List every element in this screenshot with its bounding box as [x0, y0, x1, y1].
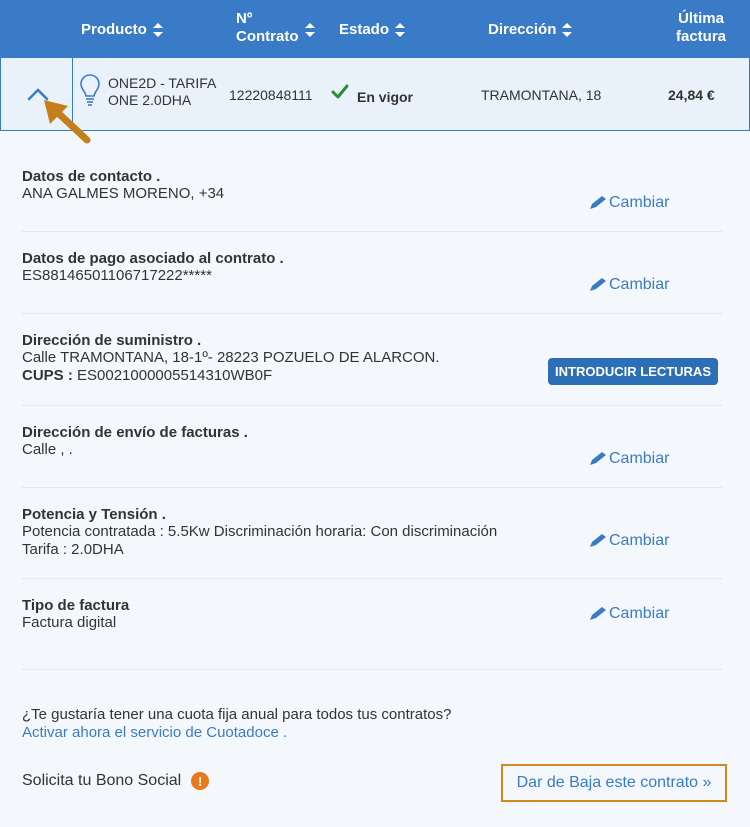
bono-social-label: Solicita tu Bono Social [22, 772, 182, 790]
pencil-icon [590, 196, 606, 209]
pencil-icon [590, 534, 606, 547]
row-address: TRAMONTANA, 18 [481, 87, 602, 103]
change-label: Cambiar [609, 194, 670, 211]
change-tipo-button[interactable]: Cambiar [588, 605, 669, 623]
section-title: Potencia y Tensión . [22, 506, 166, 523]
change-label: Cambiar [609, 605, 670, 622]
pencil-icon [590, 278, 606, 291]
col-estado[interactable]: Estado [339, 21, 406, 38]
introducir-lecturas-button[interactable]: INTRODUCIR LECTURAS [548, 358, 718, 385]
pencil-icon [590, 452, 606, 465]
bono-social[interactable]: Solicita tu Bono Social! [22, 772, 210, 790]
cuota-promo: ¿Te gustaría tener una cuota fija anual … [22, 706, 722, 742]
divider [22, 405, 722, 406]
last-invoice-amount: 24,84 € [668, 87, 715, 103]
change-envio-button[interactable]: Cambiar [588, 450, 669, 468]
change-label: Cambiar [609, 276, 670, 293]
divider [22, 313, 722, 314]
col-contrato-label-1: Nº [236, 10, 253, 27]
col-contrato-label-2: Contrato [236, 28, 299, 45]
change-potencia-button[interactable]: Cambiar [588, 532, 669, 550]
sort-icon[interactable] [562, 22, 573, 37]
cups-value: ES0021000005514310WB0F [77, 367, 273, 384]
annotation-arrow-icon [44, 100, 91, 144]
product-name-1: ONE2D - TARIFA [108, 75, 217, 91]
col-producto-label: Producto [81, 21, 147, 38]
check-icon [331, 84, 349, 99]
section-title: Datos de contacto . [22, 168, 161, 185]
sort-icon[interactable] [152, 22, 163, 37]
sort-icon[interactable] [304, 23, 315, 37]
contract-number: 12220848111 [229, 87, 313, 103]
divider [22, 578, 722, 579]
col-direccion-label: Dirección [488, 21, 557, 38]
col-ultima-factura: Última factura [670, 10, 732, 46]
contract-row[interactable]: ONE2D - TARIFA ONE 2.0DHA 12220848111 En… [0, 58, 750, 131]
cuotadoce-link[interactable]: Activar ahora el servicio de Cuotadoce . [22, 724, 722, 742]
divider [22, 487, 722, 488]
change-label: Cambiar [609, 532, 670, 549]
section-title: Datos de pago asociado al contrato . [22, 250, 284, 267]
status-label: En vigor [357, 89, 414, 105]
divider [22, 231, 722, 232]
change-contacto-button[interactable]: Cambiar [588, 194, 669, 212]
section-title: Dirección de suministro . [22, 332, 202, 349]
cups-label: CUPS : [22, 367, 73, 384]
sort-icon[interactable] [395, 22, 406, 37]
dar-de-baja-link[interactable]: Dar de Baja este contrato » [501, 764, 727, 802]
contracts-table-header: Producto Nº Contrato Estado Dirección Úl… [0, 0, 750, 58]
col-contrato[interactable]: Nº Contrato [236, 10, 315, 46]
section-title: Dirección de envío de facturas . [22, 424, 248, 441]
col-estado-label: Estado [339, 21, 390, 38]
pencil-icon [590, 607, 606, 620]
cuota-question: ¿Te gustaría tener una cuota fija anual … [22, 706, 452, 723]
change-label: Cambiar [609, 450, 670, 467]
col-factura-label-1: Última [678, 10, 724, 27]
col-factura-label-2: factura [675, 28, 727, 45]
divider [22, 669, 722, 670]
col-direccion[interactable]: Dirección [488, 21, 573, 38]
col-producto[interactable]: Producto [81, 21, 163, 38]
change-pago-button[interactable]: Cambiar [588, 276, 669, 294]
product-name-2: ONE 2.0DHA [108, 92, 192, 108]
info-icon[interactable]: ! [191, 772, 210, 790]
